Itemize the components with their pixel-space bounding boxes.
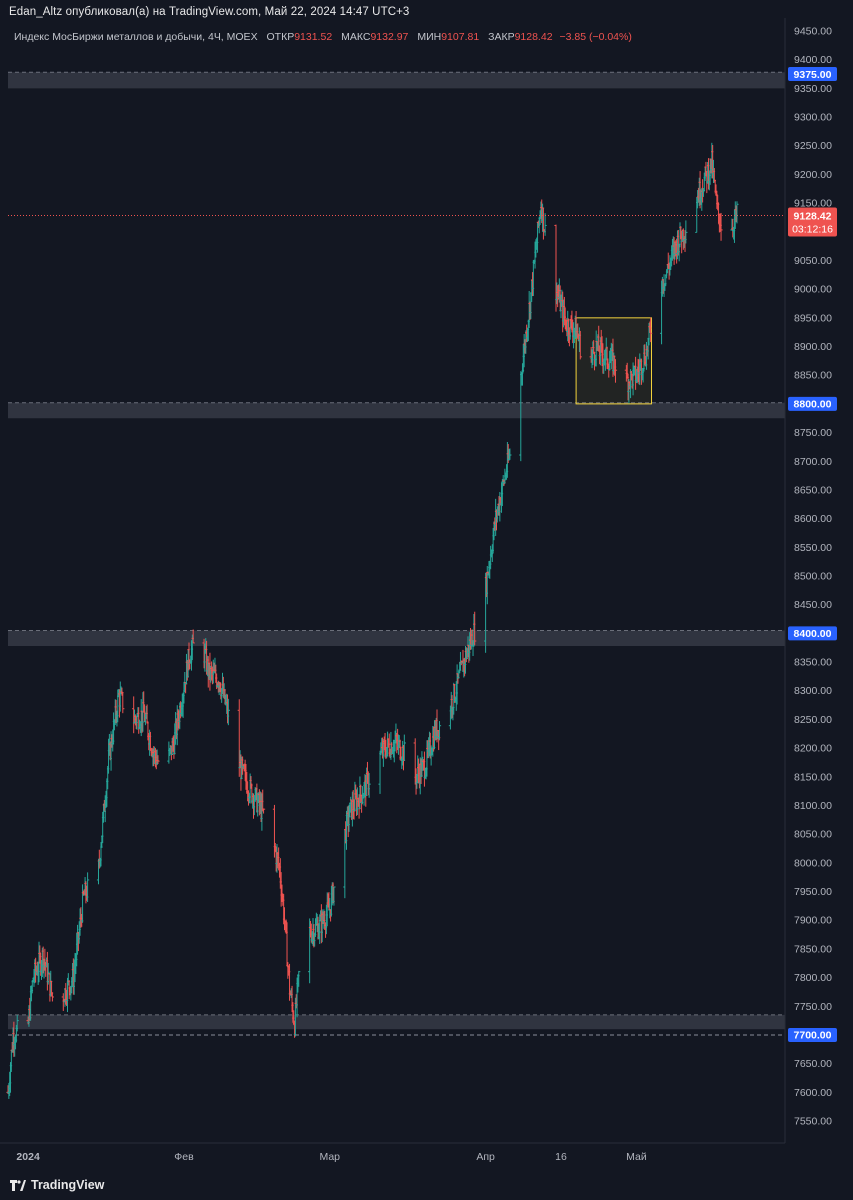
- chart-legend: Индекс МосБиржи металлов и добычи, 4Ч, M…: [14, 31, 632, 43]
- y-tick-label: 8950.00: [794, 312, 832, 324]
- y-tick-label: 7650.00: [794, 1058, 832, 1070]
- y-tick-label: 8500.00: [794, 571, 832, 583]
- support-resistance-zone: [8, 72, 785, 89]
- tradingview-logo-icon: [10, 1179, 26, 1191]
- y-tick-label: 7600.00: [794, 1087, 832, 1099]
- high-label: МАКС: [341, 31, 371, 43]
- y-tick-label: 8900.00: [794, 341, 832, 353]
- y-tick-label: 8650.00: [794, 484, 832, 496]
- ohlc-bar: [543, 213, 547, 236]
- bar-countdown-text: 03:12:16: [792, 223, 833, 235]
- open-label: ОТКР: [266, 31, 295, 43]
- x-tick-label: 2024: [16, 1151, 40, 1163]
- y-tick-label: 8550.00: [794, 542, 832, 554]
- y-tick-label: 7950.00: [794, 886, 832, 898]
- y-tick-label: 9000.00: [794, 284, 832, 296]
- y-tick-label: 9350.00: [794, 83, 832, 95]
- low-label: МИН: [417, 31, 442, 43]
- price-label-text: 9375.00: [794, 69, 832, 81]
- close-value: 9128.42: [514, 31, 553, 43]
- support-resistance-zone: [8, 402, 785, 419]
- tradingview-brand[interactable]: TradingView: [10, 1178, 104, 1192]
- y-tick-label: 8100.00: [794, 800, 832, 812]
- footer: TradingView: [0, 1170, 853, 1200]
- y-tick-label: 9050.00: [794, 255, 832, 267]
- y-tick-label: 9450.00: [794, 26, 832, 38]
- y-tick-label: 9300.00: [794, 112, 832, 124]
- y-tick-label: 8050.00: [794, 829, 832, 841]
- x-tick-label: Май: [626, 1151, 647, 1163]
- ohlc-bar: [378, 750, 382, 794]
- support-resistance-zone: [8, 630, 785, 646]
- brand-label: TradingView: [31, 1178, 105, 1192]
- support-resistance-zone: [8, 1014, 785, 1030]
- symbol-title: Индекс МосБиржи металлов и добычи, 4Ч, M…: [14, 31, 258, 43]
- y-tick-label: 8000.00: [794, 857, 832, 869]
- x-tick-label: Мар: [319, 1151, 340, 1163]
- y-tick-label: 7750.00: [794, 1001, 832, 1013]
- y-tick-label: 8150.00: [794, 771, 832, 783]
- y-tick-label: 8750.00: [794, 427, 832, 439]
- y-tick-label: 7850.00: [794, 943, 832, 955]
- x-tick-label: Апр: [476, 1151, 495, 1163]
- x-tick-label: Фев: [174, 1151, 194, 1163]
- y-tick-label: 8450.00: [794, 599, 832, 611]
- y-tick-label: 9200.00: [794, 169, 832, 181]
- low-value: 9107.81: [441, 31, 480, 43]
- y-tick-label: 8250.00: [794, 714, 832, 726]
- y-tick-label: 7900.00: [794, 915, 832, 927]
- open-value: 9131.52: [294, 31, 333, 43]
- y-tick-label: 8200.00: [794, 743, 832, 755]
- last-price-text: 9128.42: [794, 210, 832, 222]
- x-tick-label: 16: [555, 1151, 567, 1163]
- y-tick-label: 8700.00: [794, 456, 832, 468]
- price-chart[interactable]: 9450.00 9400.00 9350.00 9300.00 9250.00 9200.…: [0, 0, 853, 1170]
- y-tick-label: 7550.00: [794, 1116, 832, 1128]
- close-label: ЗАКР: [488, 31, 515, 43]
- y-tick-label: 8600.00: [794, 513, 832, 525]
- y-tick-label: 7800.00: [794, 972, 832, 984]
- y-tick-label: 8850.00: [794, 370, 832, 382]
- price-label-text: 8800.00: [794, 399, 832, 411]
- price-label-text: 8400.00: [794, 628, 832, 640]
- high-value: 9132.97: [370, 31, 409, 43]
- price-label-text: 7700.00: [794, 1030, 832, 1042]
- y-tick-label: 9400.00: [794, 54, 832, 66]
- y-tick-label: 8300.00: [794, 685, 832, 697]
- y-tick-label: 9250.00: [794, 140, 832, 152]
- change-value: −3.85 (−0.04%): [559, 31, 632, 43]
- y-tick-label: 8350.00: [794, 657, 832, 669]
